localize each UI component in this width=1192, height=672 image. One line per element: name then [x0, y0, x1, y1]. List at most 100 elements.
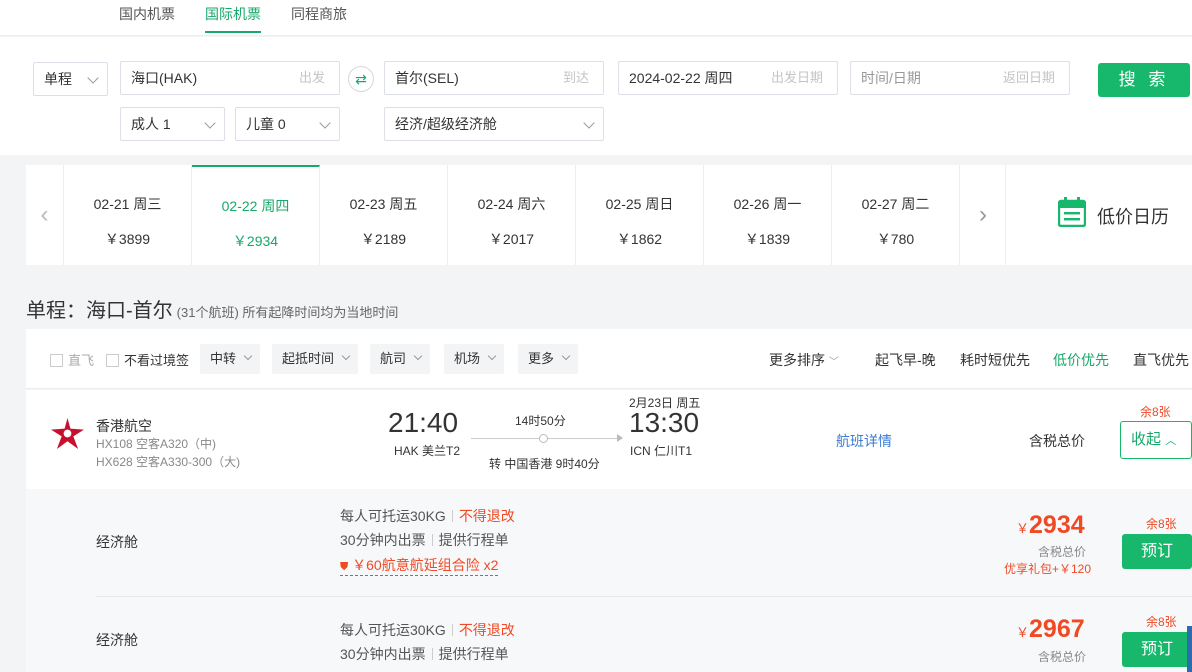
no-transit-visa-checkbox[interactable]: 不看过境签: [106, 350, 189, 369]
separator: [431, 534, 433, 546]
airline-name: 香港航空: [96, 418, 152, 434]
date-cell[interactable]: 02-23 周五 ￥2189: [320, 165, 448, 265]
separator: [451, 624, 453, 636]
adults-select[interactable]: 成人 1: [120, 107, 225, 141]
filter-more-dropdown[interactable]: 更多: [518, 344, 578, 374]
chevron-down-icon: [487, 351, 497, 361]
return-date-input[interactable]: 时间/日期 返回日期: [850, 61, 1070, 95]
cabin-value: 经济/超级经济舱: [395, 116, 497, 132]
fare-price-label: 含税总价: [1038, 650, 1087, 664]
arrow-icon: [617, 434, 623, 442]
adults-value: 成人 1: [131, 116, 171, 132]
fare-cabin: 经济舱: [96, 534, 138, 550]
tab-domestic-flights[interactable]: 国内机票: [119, 4, 175, 31]
book-button[interactable]: 预订: [1122, 632, 1192, 667]
filter-label: 航司: [380, 351, 407, 366]
price-value: 2967: [1029, 615, 1085, 643]
date-cell-selected[interactable]: 02-22 周四 ￥2934: [192, 165, 320, 265]
filter-label: 中转: [210, 351, 237, 366]
date-cell[interactable]: 02-26 周一 ￥1839: [704, 165, 832, 265]
from-city-input[interactable]: 海口(HAK) 出发: [120, 61, 340, 95]
swap-cities-button[interactable]: ⇄: [348, 66, 374, 92]
sort-lowest-price[interactable]: 低价优先: [1053, 350, 1109, 370]
direct-only-checkbox[interactable]: 直飞: [50, 350, 94, 369]
filter-label: 更多: [528, 351, 555, 366]
date-label: 02-21 周三: [93, 196, 162, 212]
results-subtitle: (31个航班) 所有起降时间均为当地时间: [176, 305, 399, 320]
depart-date-hint: 出发日期: [770, 70, 823, 85]
separator: [451, 510, 453, 522]
children-value: 儿童 0: [246, 116, 286, 132]
date-price: ￥2934: [232, 233, 279, 249]
collapse-label: 收起: [1131, 431, 1162, 448]
swap-icon: ⇄: [355, 71, 367, 87]
chevron-down-icon: [413, 351, 423, 361]
refund-policy: 不得退改: [458, 622, 515, 638]
date-price: ￥2189: [360, 231, 407, 247]
prev-dates-button[interactable]: ‹: [26, 165, 64, 265]
filter-time-dropdown[interactable]: 起抵时间: [272, 344, 358, 374]
sort-direct-first[interactable]: 直飞优先: [1133, 350, 1189, 370]
low-price-calendar-link[interactable]: 低价日历: [1097, 203, 1169, 229]
from-city-hint: 出发: [298, 70, 325, 85]
flight-result-row: 香港航空 HX108 空客A320（中) HX628 空客A330-300（大)…: [26, 390, 1192, 489]
fare-rules: 每人可托运30KG 不得退改: [340, 506, 515, 526]
tab-business-travel[interactable]: 同程商旅: [291, 4, 347, 31]
filter-transfer-dropdown[interactable]: 中转: [200, 344, 260, 374]
chevron-down-icon: ﹀: [828, 357, 839, 368]
arrival-airport: ICN 仁川T1: [630, 444, 693, 458]
checkbox-icon: [50, 354, 63, 367]
next-dates-button[interactable]: ›: [961, 165, 1006, 265]
bonus-package: 优享礼包+￥120: [1004, 562, 1092, 576]
return-date-placeholder: 时间/日期: [861, 70, 921, 86]
date-cell[interactable]: 02-24 周六 ￥2017: [448, 165, 576, 265]
sort-shortest-duration[interactable]: 耗时短优先: [960, 350, 1030, 370]
date-cell[interactable]: 02-27 周二 ￥780: [832, 165, 960, 265]
trip-type-value: 单程: [44, 71, 72, 87]
date-cell[interactable]: 02-21 周三 ￥3899: [64, 165, 192, 265]
chevron-down-icon: [243, 351, 253, 361]
to-city-hint: 到达: [562, 70, 589, 85]
seats-left: 余8张: [1140, 405, 1171, 419]
book-button[interactable]: 预订: [1122, 534, 1192, 569]
product-tabs: 国内机票 国际机票 同程商旅: [0, 0, 1192, 36]
date-cell[interactable]: 02-25 周日 ￥1862: [576, 165, 704, 265]
date-label: 02-26 周一: [733, 196, 802, 212]
fare-price: ￥2934: [1016, 511, 1085, 540]
checkbox-icon: [106, 354, 119, 367]
ticket-issue-time: 30分钟内出票: [340, 646, 426, 662]
scrollbar[interactable]: [1187, 626, 1192, 672]
filter-airport-dropdown[interactable]: 机场: [444, 344, 504, 374]
insurance-addon[interactable]: ⛊ ￥60航意航延组合险 x2: [340, 555, 499, 576]
chevron-down-icon: [204, 117, 216, 129]
chevron-left-icon: ‹: [40, 201, 49, 228]
flight-details-link[interactable]: 航班详情: [836, 431, 892, 451]
tab-international-flights[interactable]: 国际机票: [205, 4, 261, 33]
sort-more-dropdown[interactable]: 更多排序 ﹀: [769, 350, 839, 370]
fare-rules: 每人可托运30KG 不得退改: [340, 620, 515, 640]
children-select[interactable]: 儿童 0: [235, 107, 340, 141]
date-price: ￥3899: [104, 231, 151, 247]
filter-airline-dropdown[interactable]: 航司: [370, 344, 430, 374]
sort-more-label: 更多排序: [769, 352, 825, 368]
depart-date-input[interactable]: 2024-02-22 周四 出发日期: [618, 61, 838, 95]
flight-leg-2: HX628 空客A330-300（大): [96, 455, 241, 469]
flight-leg-1: HX108 空客A320（中): [96, 437, 217, 451]
trip-type-select[interactable]: 单程: [33, 62, 108, 96]
departure-airport: HAK 美兰T2: [394, 444, 461, 458]
collapse-button[interactable]: 收起 ︿: [1120, 421, 1192, 459]
chevron-down-icon: [87, 72, 99, 84]
fare-price-label: 含税总价: [1038, 545, 1087, 559]
fare-seats-left: 余8张: [1146, 615, 1177, 629]
flight-duration: 14时50分: [515, 414, 566, 428]
calendar-icon[interactable]: [1058, 197, 1086, 227]
cabin-select[interactable]: 经济/超级经济舱: [384, 107, 604, 141]
chevron-right-icon: ›: [979, 201, 987, 228]
sort-departure-early[interactable]: 起飞早-晚: [875, 350, 936, 370]
price-label: 含税总价: [1029, 433, 1085, 449]
search-button[interactable]: 搜 索: [1098, 63, 1190, 97]
shield-icon: ⛊: [340, 561, 349, 573]
chevron-down-icon: [583, 117, 595, 129]
date-price: ￥780: [876, 231, 915, 247]
to-city-input[interactable]: 首尔(SEL) 到达: [384, 61, 604, 95]
